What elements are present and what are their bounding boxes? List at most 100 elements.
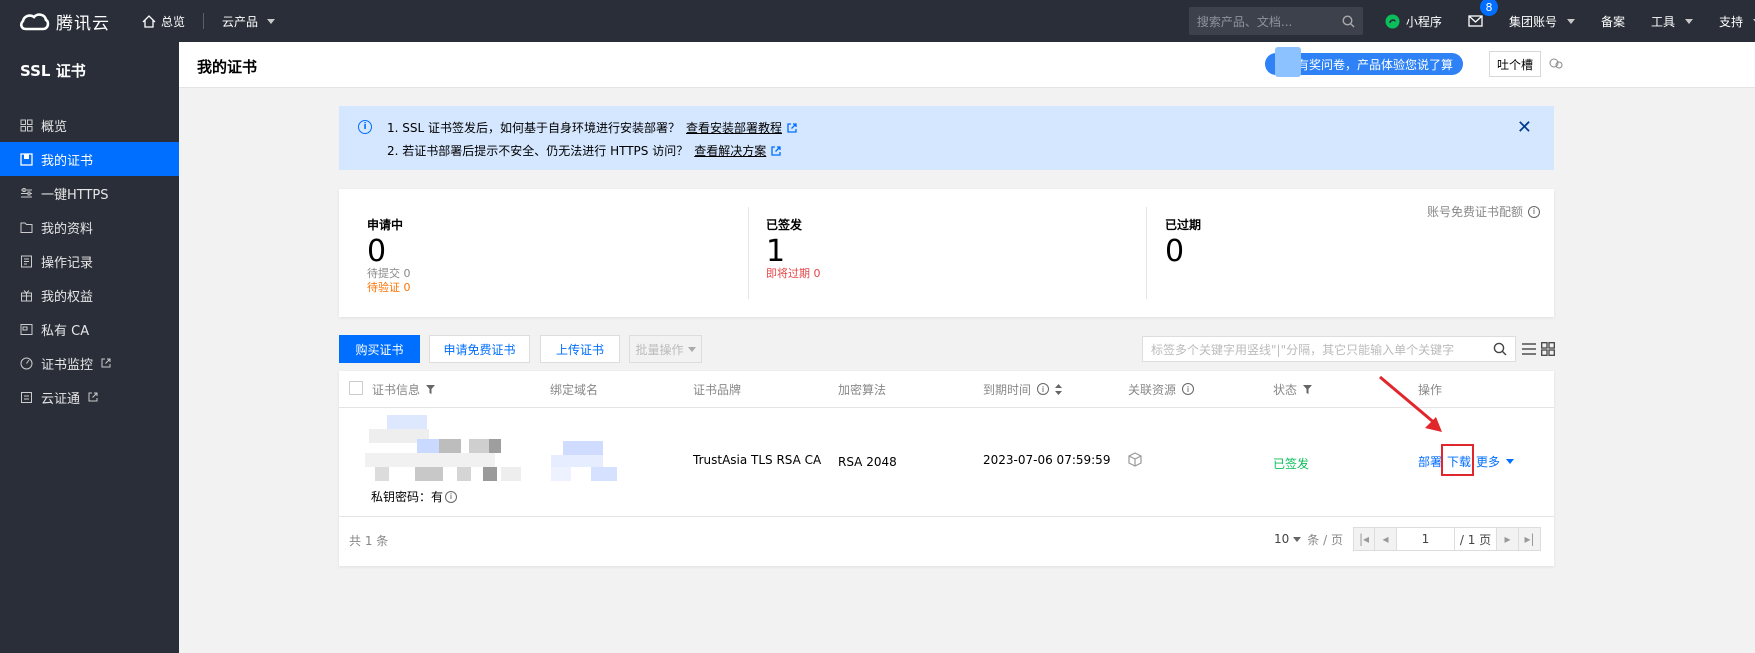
sidebar-item-my-certificates[interactable]: 我的证书: [0, 142, 179, 176]
external-link-icon: [88, 392, 98, 402]
solution-link[interactable]: 查看解决方案: [694, 142, 766, 159]
external-link-icon: [101, 358, 111, 368]
mini-program-link[interactable]: 小程序: [1385, 13, 1442, 30]
notice-text-2: 2. 若证书部署后提示不安全、仍无法进行 HTTPS 访问？: [387, 144, 689, 158]
notice-banner: i 1. SSL 证书签发后，如何基于自身环境进行安装部署？ 查看安装部署教程 …: [339, 106, 1554, 170]
support-menu[interactable]: 支持: [1719, 13, 1755, 30]
sidebar-item-my-benefits[interactable]: 我的权益: [0, 278, 179, 312]
stat-pending-submit[interactable]: 待提交 0: [367, 267, 411, 281]
page-title: 我的证书: [197, 58, 258, 76]
notice-line-2: 2. 若证书部署后提示不安全、仍无法进行 HTTPS 访问？ 查看解决方案: [387, 142, 781, 159]
buy-certificate-button[interactable]: 购买证书: [339, 335, 420, 363]
info-icon[interactable]: i: [445, 490, 458, 503]
sidebar-item-label: 云证通: [41, 391, 81, 407]
install-guide-link[interactable]: 查看安装部署教程: [686, 119, 782, 136]
filter-icon[interactable]: [1303, 384, 1313, 394]
download-highlight-annotation: [1441, 444, 1474, 476]
filter-icon[interactable]: [426, 384, 436, 394]
chevron-down-icon: [1293, 536, 1302, 542]
stat-expiring-soon[interactable]: 即将过期 0: [766, 267, 821, 281]
sidebar-item-one-click-https[interactable]: 一键HTTPS: [0, 176, 179, 210]
deploy-link[interactable]: 部署: [1418, 453, 1442, 470]
select-all-checkbox[interactable]: [349, 381, 363, 395]
upload-certificate-button[interactable]: 上传证书: [540, 335, 620, 363]
apply-free-certificate-button[interactable]: 申请免费证书: [429, 335, 530, 363]
certificate-search-placeholder: 标签多个关键字用竖线"|"分隔，其它只能输入单个关键字: [1151, 342, 1455, 357]
brand-name: 腾讯云: [56, 13, 110, 34]
shield-icon: [21, 391, 32, 403]
certificate-search-input[interactable]: 标签多个关键字用竖线"|"分隔，其它只能输入单个关键字: [1142, 336, 1516, 362]
sidebar-item-private-ca[interactable]: 私有 CA: [0, 312, 179, 346]
sidebar-item-my-materials[interactable]: 我的资料: [0, 210, 179, 244]
nav-products-label: 云产品: [222, 14, 259, 29]
more-actions-menu[interactable]: 更多: [1476, 453, 1515, 470]
column-header-algorithm: 加密算法: [838, 371, 886, 407]
free-quota-label: 账号免费证书配额: [1426, 205, 1523, 219]
certificate-icon: [20, 152, 33, 166]
survey-document-icon: [1275, 47, 1301, 77]
ca-icon: [20, 323, 33, 335]
brand-logo[interactable]: 腾讯云: [0, 9, 120, 34]
next-page-icon[interactable]: ▸: [1497, 527, 1519, 551]
column-label: 状态: [1273, 382, 1298, 397]
search-icon[interactable]: [1493, 342, 1507, 356]
info-icon: i: [1528, 205, 1540, 218]
page-header: 我的证书 有奖问卷，产品体验您说了算 吐个槽: [179, 42, 1755, 88]
notice-line-1: 1. SSL 证书签发后，如何基于自身环境进行安装部署？ 查看安装部署教程: [387, 119, 797, 136]
nav-products[interactable]: 云产品: [222, 13, 276, 30]
external-link-icon[interactable]: [787, 122, 797, 133]
feedback-button[interactable]: 吐个槽: [1489, 51, 1541, 77]
sort-icon[interactable]: [1055, 383, 1063, 395]
stat-pending-verify[interactable]: 待验证 0: [367, 281, 411, 295]
support-label: 支持: [1718, 14, 1743, 29]
stat-applying-value: 0: [367, 234, 387, 269]
page-number-input[interactable]: 1: [1397, 527, 1455, 551]
survey-banner[interactable]: 有奖问卷，产品体验您说了算: [1265, 47, 1463, 77]
nav-overview[interactable]: 总览: [142, 13, 185, 30]
message-count-badge: 8: [1479, 0, 1498, 16]
cube-resource-icon[interactable]: [1128, 452, 1142, 467]
mail-icon: [1468, 15, 1483, 27]
sidebar-item-overview[interactable]: 概览: [0, 108, 179, 142]
sidebar-item-cloud-cert[interactable]: 云证通: [0, 380, 179, 414]
list-view-icon[interactable]: [1522, 342, 1536, 356]
monitor-icon: [20, 357, 33, 369]
prev-page-icon[interactable]: ◂: [1375, 527, 1397, 551]
sidebar-item-operation-log[interactable]: 操作记录: [0, 244, 179, 278]
chevron-down-icon: [267, 18, 276, 24]
filing-label: 备案: [1600, 14, 1625, 29]
sidebar-item-certificate-monitor[interactable]: 证书监控: [0, 346, 179, 380]
grid-view-icon[interactable]: [1541, 342, 1555, 356]
column-header-status[interactable]: 状态: [1273, 371, 1313, 407]
external-link-icon[interactable]: [771, 145, 781, 156]
certificate-table: 证书信息 绑定域名 证书品牌 加密算法 到期时间 i 关联资源 i 状态 操作: [339, 371, 1554, 566]
filing-link[interactable]: 备案: [1601, 13, 1625, 30]
free-quota[interactable]: 账号免费证书配额 i: [1427, 203, 1540, 220]
close-icon[interactable]: ✕: [1517, 117, 1532, 138]
page-size-select[interactable]: 10 条 / 页: [1274, 526, 1343, 552]
last-page-icon[interactable]: ▸|: [1519, 527, 1541, 551]
sidebar-item-label: 私有 CA: [41, 323, 90, 339]
sidebar: SSL 证书 概览 我的证书 一键HTTPS 我的资料 操作记录 我的权益 私有…: [0, 42, 179, 653]
first-page-icon[interactable]: |◂: [1353, 527, 1375, 551]
group-account-menu[interactable]: 集团账号: [1509, 13, 1575, 30]
cell-brand: TrustAsia TLS RSA CA: [693, 453, 822, 467]
nav-divider: [203, 13, 205, 29]
cell-expire: 2023-07-06 07:59:59: [983, 453, 1111, 467]
group-account-label: 集团账号: [1508, 14, 1557, 29]
certificate-stats-panel: 申请中 0 待提交 0 待验证 0 已签发 1 即将过期 0 已过期 0 账号免…: [339, 189, 1554, 317]
batch-operation-label: 批量操作: [635, 342, 684, 357]
tools-menu[interactable]: 工具: [1651, 13, 1693, 30]
column-header-resources: 关联资源 i: [1128, 371, 1195, 407]
batch-operation-button[interactable]: 批量操作: [629, 335, 702, 363]
column-header-cert-info[interactable]: 证书信息: [372, 371, 436, 407]
messages-button[interactable]: 8: [1468, 0, 1498, 27]
global-search[interactable]: 搜索产品、文档...: [1188, 7, 1363, 35]
column-label: 操作: [1418, 382, 1443, 397]
chat-icon[interactable]: [1549, 57, 1563, 71]
column-label: 证书品牌: [693, 382, 742, 397]
notice-text-1: 1. SSL 证书签发后，如何基于自身环境进行安装部署？: [387, 121, 680, 135]
mini-program-icon: [1385, 14, 1400, 28]
log-icon: [21, 255, 32, 267]
column-header-expire[interactable]: 到期时间 i: [983, 371, 1063, 407]
